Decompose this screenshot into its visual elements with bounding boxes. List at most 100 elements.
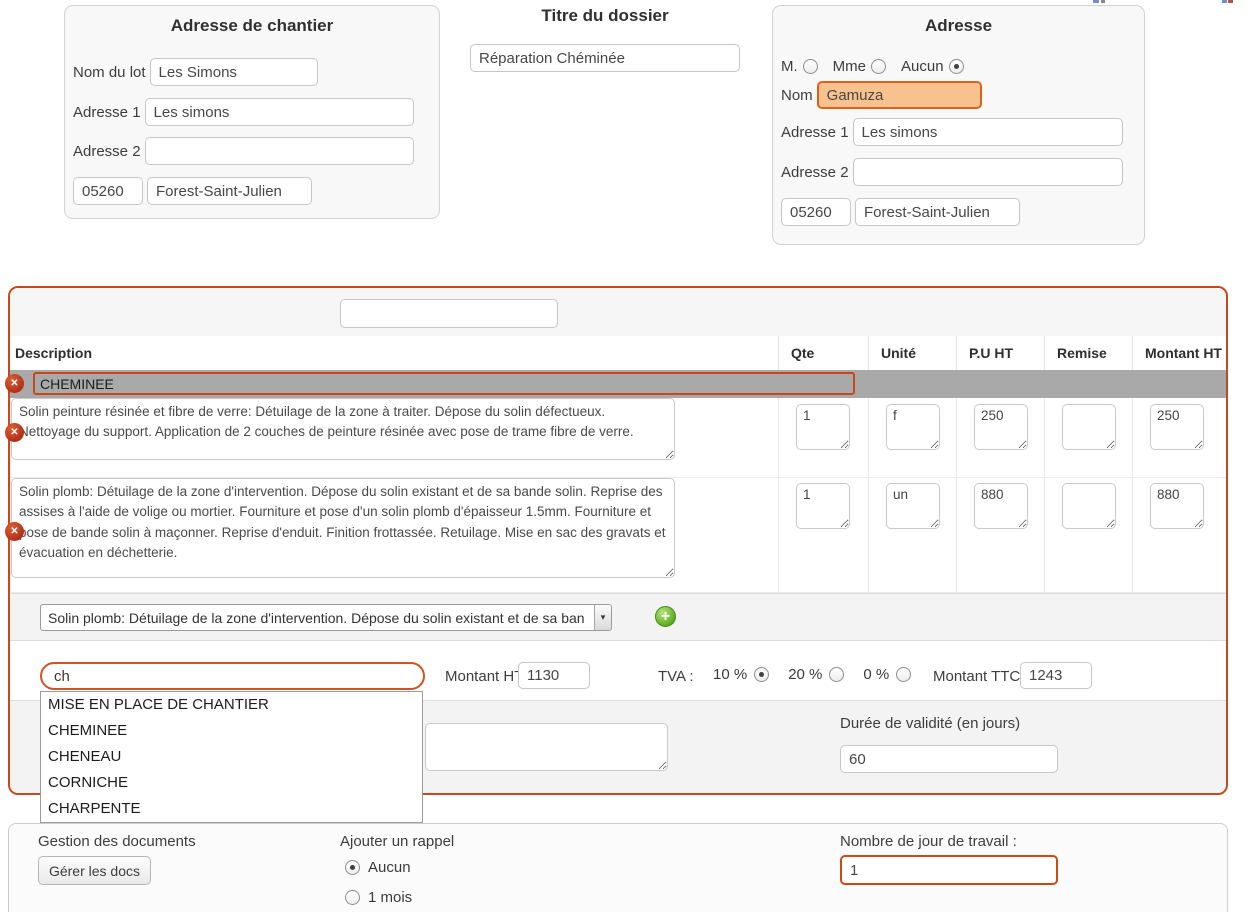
tva-label: TVA : — [658, 668, 694, 685]
rappel-1mois-label: 1 mois — [368, 889, 412, 906]
client-adresse1-input[interactable] — [853, 118, 1123, 146]
montant-ht-cell: 880 — [1132, 478, 1226, 592]
chantier-panel-title: Adresse de chantier — [65, 16, 439, 36]
table-row: Solin plomb: Détuilage de la zone d'inte… — [10, 478, 1226, 593]
tva-10-radio[interactable] — [754, 667, 769, 682]
pu-ht-textarea[interactable]: 880 — [974, 483, 1028, 529]
autocomplete-item[interactable]: CHENEAU — [41, 744, 422, 770]
autocomplete-item[interactable]: MISE EN PLACE DE CHANTIER — [41, 692, 422, 718]
clipped-text-fragment — [1228, 0, 1233, 3]
clipped-text-fragment — [1093, 0, 1099, 3]
rappel-aucun-label: Aucun — [368, 859, 411, 876]
remise-textarea[interactable] — [1062, 483, 1116, 529]
client-adresse2-input[interactable] — [853, 158, 1123, 186]
autocomplete-dropdown: MISE EN PLACE DE CHANTIER CHEMINEE CHENE… — [40, 691, 423, 823]
montant-ht-textarea[interactable]: 880 — [1150, 483, 1204, 529]
x-circle-icon — [5, 423, 24, 442]
page: Adresse de chantier Nom du lot Adresse 1… — [0, 0, 1255, 912]
client-adresse-panel: Adresse M. Mme Aucun Nom Adresse 1 Adres… — [772, 5, 1145, 245]
montant-ht-textarea[interactable]: 250 — [1150, 404, 1204, 450]
nom-du-lot-row: Nom du lot — [73, 58, 318, 86]
jours-travail-input[interactable] — [840, 855, 1058, 885]
montant-ht-input[interactable] — [518, 662, 590, 689]
remise-cell — [1044, 478, 1132, 592]
rappel-1mois-radio[interactable] — [345, 890, 360, 905]
nom-du-lot-input[interactable] — [150, 58, 318, 86]
description-cell: Solin plomb: Détuilage de la zone d'inte… — [10, 478, 778, 592]
delete-group-button[interactable] — [5, 374, 24, 393]
autocomplete-item[interactable]: CHEMINEE — [41, 718, 422, 744]
rappel-aucun-radio[interactable] — [345, 860, 360, 875]
description-textarea[interactable]: Solin plomb: Détuilage de la zone d'inte… — [11, 478, 675, 578]
chantier-adresse1-label: Adresse 1 — [73, 104, 141, 121]
civilite-m-label: M. — [781, 58, 798, 75]
chantier-ville-input[interactable] — [147, 177, 312, 205]
clipped-text-fragment — [1101, 0, 1105, 3]
montant-ttc-input[interactable] — [1020, 662, 1092, 689]
chantier-panel: Adresse de chantier Nom du lot Adresse 1… — [64, 5, 440, 219]
civilite-aucun-label: Aucun — [901, 58, 944, 75]
civilite-mme-radio[interactable] — [871, 59, 886, 74]
client-cp-ville-row — [781, 198, 1020, 226]
client-code-postal-input[interactable] — [781, 198, 851, 226]
chantier-adresse1-row: Adresse 1 — [73, 98, 414, 126]
chantier-adresse2-row: Adresse 2 — [73, 137, 414, 165]
client-adresse1-label: Adresse 1 — [781, 124, 849, 141]
pu-ht-textarea[interactable]: 250 — [974, 404, 1028, 450]
caret-down-icon — [594, 605, 611, 630]
montant-ht-label: Montant HT — [445, 668, 523, 685]
pu-ht-cell: 250 — [956, 398, 1044, 477]
autocomplete-item[interactable]: CHARPENTE — [41, 796, 422, 822]
footer-panel: Gestion des documents Gérer les docs Ajo… — [8, 823, 1228, 912]
header-montant-ht: Montant HT — [1132, 336, 1226, 370]
montant-ttc-label: Montant TTC — [933, 668, 1020, 685]
table-search-input[interactable] — [340, 299, 558, 328]
client-ville-input[interactable] — [855, 198, 1020, 226]
tva-radio-group: 10 % 20 % 0 % — [713, 666, 923, 683]
tva-10-label: 10 % — [713, 666, 747, 683]
rappel-option: 1 mois — [345, 889, 412, 906]
chantier-code-postal-input[interactable] — [73, 177, 143, 205]
dossier-titre-input[interactable] — [470, 44, 740, 72]
table-search-band — [10, 288, 1226, 336]
header-unite: Unité — [868, 336, 956, 370]
montant-ht-cell: 250 — [1132, 398, 1226, 477]
civilite-aucun-radio[interactable] — [949, 59, 964, 74]
product-select-value: Solin plomb: Détuilage de la zone d'inte… — [41, 610, 594, 626]
client-adresse2-label: Adresse 2 — [781, 164, 849, 181]
header-description: Description — [10, 336, 778, 370]
table-header-row: Description Qte Unité P.U HT Remise Mont… — [10, 336, 1226, 370]
unite-textarea[interactable]: un — [886, 483, 940, 529]
qte-textarea[interactable]: 1 — [796, 404, 850, 450]
tva-0-label: 0 % — [863, 666, 889, 683]
nom-du-lot-label: Nom du lot — [73, 64, 146, 81]
nom-input[interactable] — [817, 81, 982, 109]
group-title-input[interactable] — [33, 372, 855, 395]
delete-row-button[interactable] — [5, 423, 24, 442]
tva-0-radio[interactable] — [896, 667, 911, 682]
civilite-mme-label: Mme — [833, 58, 866, 75]
note-textarea[interactable] — [425, 723, 668, 771]
unite-textarea[interactable]: f — [886, 404, 940, 450]
group-row — [10, 370, 1226, 398]
product-search-input[interactable] — [40, 662, 425, 690]
nom-row: Nom — [781, 81, 982, 109]
gerer-les-docs-button[interactable]: Gérer les docs — [38, 856, 151, 885]
dossier-title: Titre du dossier — [470, 6, 740, 26]
chantier-adresse2-input[interactable] — [145, 137, 414, 165]
tva-20-radio[interactable] — [829, 667, 844, 682]
remise-textarea[interactable] — [1062, 404, 1116, 450]
delete-row-button[interactable] — [5, 522, 24, 541]
product-select[interactable]: Solin plomb: Détuilage de la zone d'inte… — [40, 604, 612, 631]
description-textarea[interactable]: Solin peinture résinée et fibre de verre… — [11, 398, 675, 460]
autocomplete-item[interactable]: CORNICHE — [41, 770, 422, 796]
chantier-adresse1-input[interactable] — [145, 98, 414, 126]
rappel-label: Ajouter un rappel — [340, 833, 454, 850]
add-product-button[interactable] — [655, 606, 676, 627]
client-adresse-panel-title: Adresse — [773, 16, 1144, 36]
validite-input[interactable] — [840, 745, 1058, 773]
qte-textarea[interactable]: 1 — [796, 483, 850, 529]
civilite-m-radio[interactable] — [803, 59, 818, 74]
client-adresse2-row: Adresse 2 — [781, 158, 1123, 186]
nom-label: Nom — [781, 87, 813, 104]
